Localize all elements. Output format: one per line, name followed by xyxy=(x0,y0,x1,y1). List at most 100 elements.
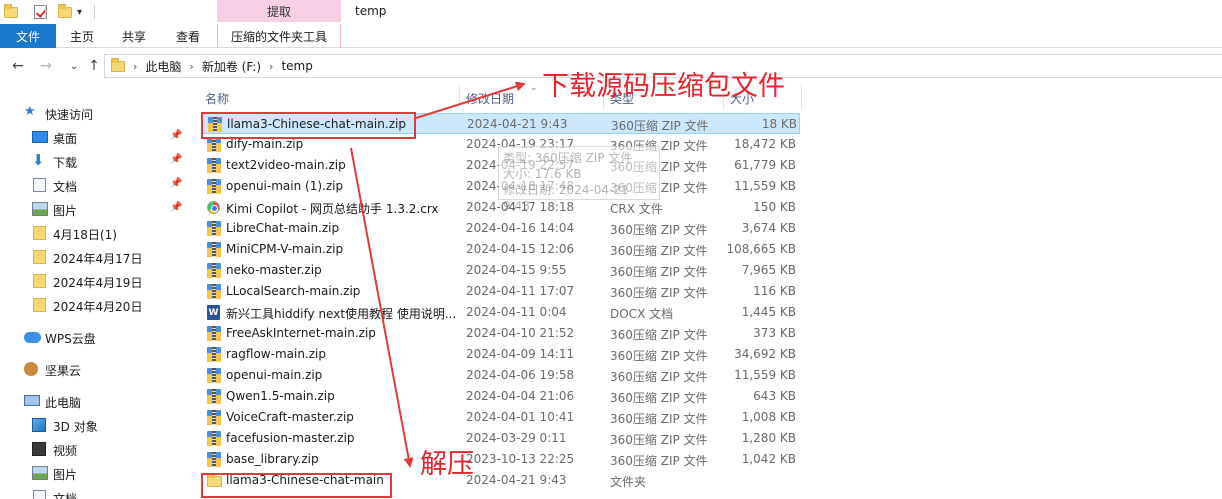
file-row[interactable]: FreeAskInternet-main.zip 2024-04-10 21:52… xyxy=(202,323,800,344)
breadcrumb-drive[interactable]: 新加卷 (F:) xyxy=(202,58,261,75)
document-icon xyxy=(33,490,46,499)
annotation-box-folder xyxy=(201,473,392,498)
word-document-icon: W xyxy=(207,305,221,320)
nav-item-pictures[interactable]: 图片 📌 xyxy=(0,198,190,220)
nav-label: 文档 xyxy=(53,180,78,194)
file-name: LibreChat-main.zip xyxy=(226,221,340,235)
nav-wps-cloud[interactable]: WPS云盘 xyxy=(0,326,190,348)
picture-icon xyxy=(32,466,48,480)
breadcrumb-temp[interactable]: temp xyxy=(281,59,312,73)
separator xyxy=(94,5,95,19)
file-row[interactable]: LibreChat-main.zip 2024-04-16 14:04 360压缩 … xyxy=(202,218,800,239)
breadcrumb-this-pc[interactable]: 此电脑 xyxy=(145,58,181,75)
nav-item-folder-0417[interactable]: 2024年4月17日 xyxy=(0,246,190,268)
nav-label: 快速访问 xyxy=(45,108,94,122)
tab-share[interactable]: 共享 xyxy=(110,24,158,48)
file-row[interactable]: base_library.zip 2023-10-13 22:25 360压缩 ZI… xyxy=(202,449,800,470)
nav-label: 2024年4月17日 xyxy=(53,252,143,266)
tab-compressed-folder-tools[interactable]: 压缩的文件夹工具 xyxy=(217,24,341,48)
file-type: 360压缩 ZIP 文件 xyxy=(610,454,708,468)
up-arrow-icon[interactable]: ↑ xyxy=(84,56,104,76)
tooltip-date: 修改日期: 2024-04-21 9:43 xyxy=(503,183,629,213)
zip-archive-icon xyxy=(207,137,221,152)
file-row[interactable]: neko-master.zip 2024-04-15 9:55 360压缩 ZIP … xyxy=(202,260,800,281)
annotation-extract-label: 解压 xyxy=(420,449,474,480)
nav-item-downloads[interactable]: ⬇ 下载 📌 xyxy=(0,150,190,172)
nav-jianguoyun[interactable]: 坚果云 xyxy=(0,358,190,380)
file-name: neko-master.zip xyxy=(226,263,322,277)
file-size: 61,779 KB xyxy=(734,158,796,172)
file-type: 360压缩 ZIP 文件 xyxy=(611,119,709,133)
3d-objects-icon xyxy=(32,418,46,432)
file-row[interactable]: Qwen1.5-main.zip 2024-04-04 21:06 360压缩 ZI… xyxy=(202,386,800,407)
nav-label: 桌面 xyxy=(53,132,78,146)
column-divider[interactable] xyxy=(801,84,802,110)
folder-icon xyxy=(33,298,46,312)
sort-chevron-icon: ⌄ xyxy=(530,83,538,93)
file-row[interactable]: facefusion-master.zip 2024-03-29 0:11 360压… xyxy=(202,428,800,449)
chevron-right-icon[interactable]: › xyxy=(189,60,193,73)
zip-archive-icon xyxy=(207,158,221,173)
file-size: 373 KB xyxy=(753,326,796,340)
star-icon: ★ xyxy=(24,104,36,119)
tab-view[interactable]: 查看 xyxy=(164,24,212,48)
nav-item-desktop[interactable]: 桌面 📌 xyxy=(0,126,190,148)
file-date: 2024-04-06 19:58 xyxy=(466,368,575,382)
zip-archive-icon xyxy=(207,389,221,404)
file-tooltip: 类型: 360压缩 ZIP 文件 大小: 17.6 KB 修改日期: 2024-… xyxy=(498,146,660,213)
file-date: 2024-04-15 9:55 xyxy=(466,263,567,277)
nav-item-pictures-pc[interactable]: 图片 xyxy=(0,462,190,484)
context-tab-header-extract: 提取 xyxy=(217,0,341,22)
chevron-right-icon[interactable]: › xyxy=(269,60,273,73)
file-type: 360压缩 ZIP 文件 xyxy=(610,391,708,405)
file-name: 新兴工具hiddify next使用教程 使用说明... xyxy=(226,307,457,321)
nav-this-pc[interactable]: 此电脑 xyxy=(0,390,190,412)
folder-icon xyxy=(111,57,125,72)
pin-icon: 📌 xyxy=(170,154,183,165)
file-size: 3,674 KB xyxy=(741,221,796,235)
nav-item-3d-objects[interactable]: 3D 对象 xyxy=(0,414,190,436)
file-row[interactable]: VoiceCraft-master.zip 2024-04-01 10:41 360… xyxy=(202,407,800,428)
file-row[interactable]: LLocalSearch-main.zip 2024-04-11 17:07 360… xyxy=(202,281,800,302)
nav-label: 图片 xyxy=(53,468,78,482)
folder-icon xyxy=(33,274,46,288)
recent-locations-icon[interactable]: ⌄ xyxy=(64,56,84,76)
nav-item-folder-0420[interactable]: 2024年4月20日 xyxy=(0,294,190,316)
tab-home[interactable]: 主页 xyxy=(58,24,106,48)
tab-file[interactable]: 文件 xyxy=(0,24,56,48)
file-row[interactable]: openui-main.zip 2024-04-06 19:58 360压缩 ZIP… xyxy=(202,365,800,386)
new-folder-icon[interactable] xyxy=(58,3,72,21)
column-header-name[interactable]: 名称 xyxy=(205,90,229,107)
nav-item-videos[interactable]: 视频 xyxy=(0,438,190,460)
nav-item-folder-0418[interactable]: 4月18日(1) xyxy=(0,222,190,244)
file-name: openui-main.zip xyxy=(226,368,323,382)
file-size: 11,559 KB xyxy=(734,179,796,193)
chevron-right-icon[interactable]: › xyxy=(133,60,137,73)
file-row[interactable]: W 新兴工具hiddify next使用教程 使用说明... 2024-04-11 … xyxy=(202,302,800,323)
file-row[interactable]: Kimi Copilot - 网页总结助手 1.3.2.crx 2024-04-1… xyxy=(202,197,800,218)
file-name: VoiceCraft-master.zip xyxy=(226,410,354,424)
back-arrow-icon[interactable]: ← xyxy=(8,56,28,76)
zip-archive-icon xyxy=(207,242,221,257)
folder-icon[interactable] xyxy=(4,3,18,21)
zip-archive-icon xyxy=(207,263,221,278)
forward-arrow-icon[interactable]: → xyxy=(36,56,56,76)
file-size: 18,472 KB xyxy=(734,137,796,151)
column-header-date[interactable]: 修改日期 xyxy=(466,90,514,107)
nav-item-folder-0419[interactable]: 2024年4月19日 xyxy=(0,270,190,292)
nav-item-documents-pc[interactable]: 文档 xyxy=(0,486,190,499)
tooltip-type: 类型: 360压缩 ZIP 文件 xyxy=(503,151,633,165)
video-icon xyxy=(32,442,46,456)
file-size: 11,559 KB xyxy=(734,368,796,382)
file-row[interactable]: ragflow-main.zip 2024-04-09 14:11 360压缩 ZI… xyxy=(202,344,800,365)
desktop-icon xyxy=(32,131,48,143)
file-size: 1,042 KB xyxy=(741,452,796,466)
file-name: Qwen1.5-main.zip xyxy=(226,389,335,403)
nav-item-documents[interactable]: 文档 📌 xyxy=(0,174,190,196)
file-row[interactable]: MiniCPM-V-main.zip 2024-04-15 12:06 360压缩 … xyxy=(202,239,800,260)
nav-quick-access[interactable]: ★ 快速访问 xyxy=(0,102,190,124)
pin-icon: 📌 xyxy=(170,202,183,213)
file-date: 2024-04-04 21:06 xyxy=(466,389,575,403)
customize-quick-access-icon[interactable]: ▾ xyxy=(77,3,82,21)
column-divider[interactable] xyxy=(459,84,460,110)
